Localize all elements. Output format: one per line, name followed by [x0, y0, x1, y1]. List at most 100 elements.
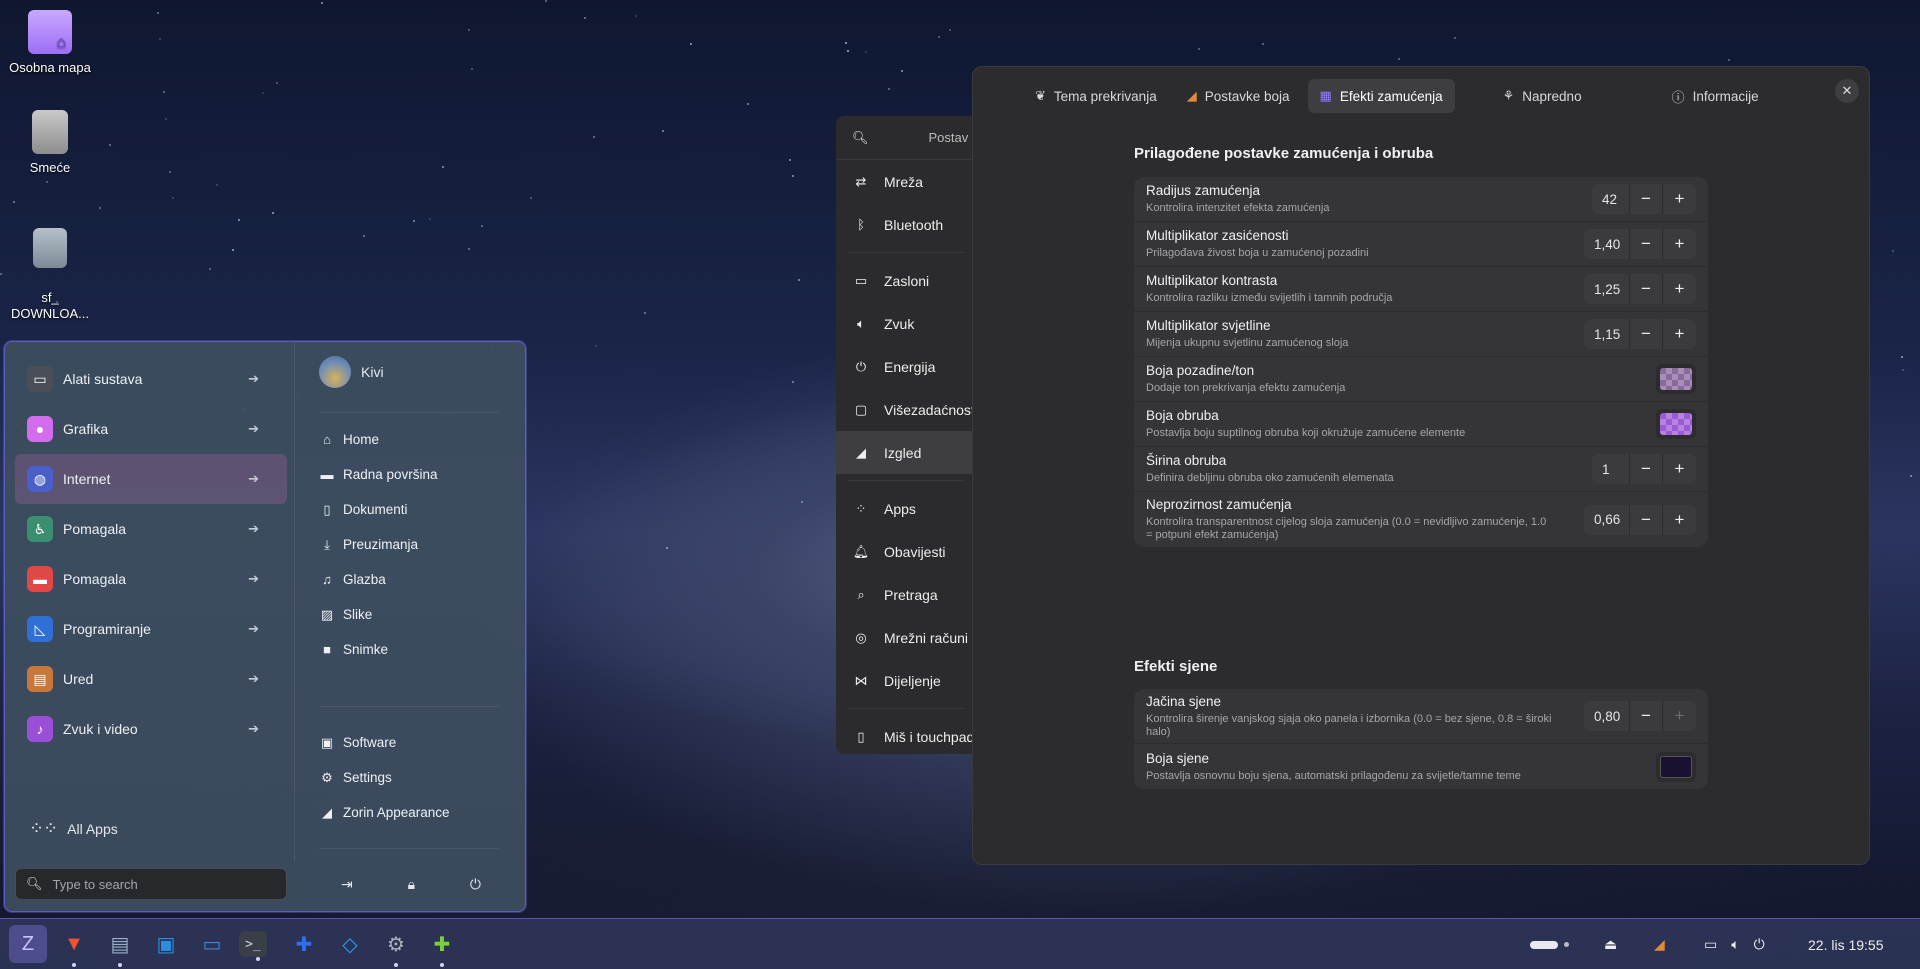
settings-nav-item[interactable]: ▭ Zasloni	[836, 259, 976, 302]
decrement-button[interactable]: −	[1630, 184, 1663, 214]
place-item[interactable]: ▬ Radna površina	[319, 457, 499, 492]
category-item[interactable]: ▭ Alati sustava ➔	[15, 354, 287, 404]
tab-advanced[interactable]: ⚘ Napredno	[1491, 79, 1594, 113]
close-button[interactable]: ✕	[1835, 79, 1859, 103]
settings-nav-item[interactable]: ▯ Miš i touchpad	[836, 715, 976, 754]
increment-button[interactable]: +	[1663, 319, 1696, 349]
color-picker-button[interactable]	[1656, 364, 1696, 394]
place-item[interactable]: ▯ Dokumenti	[319, 492, 499, 527]
files-icon[interactable]: ▤	[101, 925, 139, 967]
place-item[interactable]: ⌂ Home	[319, 422, 499, 457]
clock[interactable]: 22. lis 19:55	[1808, 919, 1884, 969]
lock-icon[interactable]: 🔒︎	[408, 876, 415, 893]
stepper-value[interactable]: 1,25	[1584, 274, 1630, 304]
stepper-value[interactable]: 1,15	[1584, 319, 1630, 349]
system-item[interactable]: ▣ Software	[319, 725, 519, 760]
system-item[interactable]: ◢ Zorin Appearance	[319, 795, 519, 830]
stepper-value[interactable]: 0,66	[1584, 504, 1630, 535]
category-label: Zvuk i video	[63, 721, 138, 737]
settings-nav-item[interactable]: ᛒ Bluetooth	[836, 203, 976, 246]
settings-nav-item[interactable]: ⇄ Mreža	[836, 160, 976, 203]
place-label: Home	[343, 432, 380, 447]
decrement-button[interactable]: −	[1630, 319, 1663, 349]
tab-blur[interactable]: ▦ Efekti zamućenja	[1307, 79, 1455, 113]
increment-button[interactable]: +	[1663, 274, 1696, 304]
settings-nav-item[interactable]: ⋈ Dijeljenje	[836, 659, 976, 702]
multitask-icon: ▢	[854, 401, 868, 417]
star	[845, 42, 848, 45]
settings-icon[interactable]: ⚙	[377, 925, 415, 967]
blur-settings-card: Radijus zamućenja Kontrolira intenzitet e…	[1134, 177, 1708, 547]
category-item[interactable]: ◍ Internet ➔	[15, 454, 287, 504]
place-item[interactable]: ■ Snimke	[319, 632, 499, 667]
star	[99, 206, 102, 209]
place-item[interactable]: ▨ Slike	[319, 597, 499, 632]
eject-icon[interactable]: ⏏	[1604, 919, 1617, 969]
color-picker-button[interactable]	[1656, 751, 1696, 782]
zorin-menu-icon[interactable]: Z	[9, 925, 47, 963]
category-item[interactable]: ▤ Ured ➔	[15, 654, 287, 704]
system-item[interactable]: ⚙ Settings	[319, 760, 519, 795]
vscode-icon[interactable]: ◇	[331, 925, 369, 963]
category-item[interactable]: ● Grafika ➔	[15, 404, 287, 454]
settings-nav-item[interactable]: ⌕ Pretraga	[836, 573, 976, 616]
category-item[interactable]: ♿ Pomagala ➔	[15, 504, 287, 554]
category-item[interactable]: ♪ Zvuk i video ➔	[15, 704, 287, 754]
tab-info[interactable]: ⓘ Informacije	[1660, 79, 1771, 113]
tab-theme[interactable]: ❦ Tema prekrivanja	[1023, 79, 1169, 113]
stepper-value[interactable]: 42	[1592, 184, 1630, 214]
decrement-button[interactable]: −	[1630, 229, 1663, 259]
desktop-icon-home-folder[interactable]: Osobna mapa	[0, 10, 100, 75]
stepper-value[interactable]: 1	[1592, 454, 1630, 484]
desktop-icon-trash[interactable]: Smeće	[0, 110, 100, 175]
all-apps-button[interactable]: ⁘⁘ All Apps	[29, 818, 118, 839]
color-picker-button[interactable]	[1656, 409, 1696, 439]
stepper-value[interactable]: 1,40	[1584, 229, 1630, 259]
decrement-button[interactable]: −	[1630, 274, 1663, 304]
system-tray[interactable]: ▭ 🔈︎ ⏻	[1704, 919, 1765, 969]
decrement-button[interactable]: −	[1630, 454, 1663, 484]
increment-button[interactable]: +	[1663, 184, 1696, 214]
brave-icon[interactable]: ▼	[55, 925, 93, 967]
increment-button[interactable]: +	[1663, 454, 1696, 484]
settings-nav-item[interactable]: 🔈︎ Zvuk	[836, 302, 976, 345]
close-icon: ✕	[1841, 83, 1853, 98]
settings-search[interactable]: 🔍︎ Postav	[836, 116, 976, 160]
settings-window: 🔍︎ Postav ⇄ Mreža ᛒ Bluetooth ▭ Zasloni 🔈︎ Zvuk…	[836, 116, 976, 754]
extensions-icon[interactable]: ✚	[285, 925, 323, 963]
appearance-tray-icon[interactable]: ◢	[1654, 919, 1665, 969]
store-icon[interactable]: ▣	[147, 925, 185, 963]
terminal-icon[interactable]: >_	[239, 931, 267, 961]
stepper-value[interactable]: 0,80	[1584, 701, 1630, 731]
increment-button[interactable]: +	[1663, 701, 1696, 731]
setting-title: Širina obruba	[1146, 453, 1227, 468]
category-item[interactable]: ◺ Programiranje ➔	[15, 604, 287, 654]
puzzle-icon[interactable]: ✚	[423, 925, 461, 967]
settings-nav-item[interactable]: ⏻ Energija	[836, 345, 976, 388]
settings-nav-item[interactable]: ◎ Mrežni računi	[836, 616, 976, 659]
user-button[interactable]: Kivi	[319, 356, 384, 388]
place-item[interactable]: ♫ Glazba	[319, 562, 499, 597]
decrement-button[interactable]: −	[1630, 701, 1663, 731]
decrement-button[interactable]: −	[1630, 504, 1663, 535]
increment-button[interactable]: +	[1663, 229, 1696, 259]
menu-search-input[interactable]: 🔍︎ Type to search	[15, 868, 287, 900]
screen-icon: ▭	[1704, 936, 1718, 952]
divider	[848, 708, 964, 709]
settings-nav-item[interactable]: ⁘ Apps	[836, 487, 976, 530]
settings-nav-item[interactable]: 🔔︎ Obavijesti	[836, 530, 976, 573]
desktop-icon-shared-drive[interactable]: sf_ DOWNLOA...	[0, 212, 100, 338]
settings-nav-item[interactable]: ▢ Višezadaćnost	[836, 388, 976, 431]
setting-title: Radijus zamućenja	[1146, 183, 1261, 198]
increment-button[interactable]: +	[1663, 504, 1696, 535]
tab-color-settings[interactable]: ◢ Postavke boja	[1175, 79, 1302, 113]
setting-subtitle: Kontrolira transparentnost cijelog sloja…	[1146, 516, 1547, 541]
power-icon[interactable]: ⏻	[470, 876, 481, 893]
workspace-indicator[interactable]	[1530, 919, 1569, 969]
logout-icon[interactable]: ⇥	[341, 876, 353, 893]
category-item[interactable]: ▬ Pomagala ➔	[15, 554, 287, 604]
star	[888, 87, 891, 90]
place-item[interactable]: ⤓ Preuzimanja	[319, 527, 499, 562]
settings-nav-item[interactable]: ◢ Izgled	[836, 431, 976, 474]
messages-icon[interactable]: ▭	[193, 925, 231, 963]
